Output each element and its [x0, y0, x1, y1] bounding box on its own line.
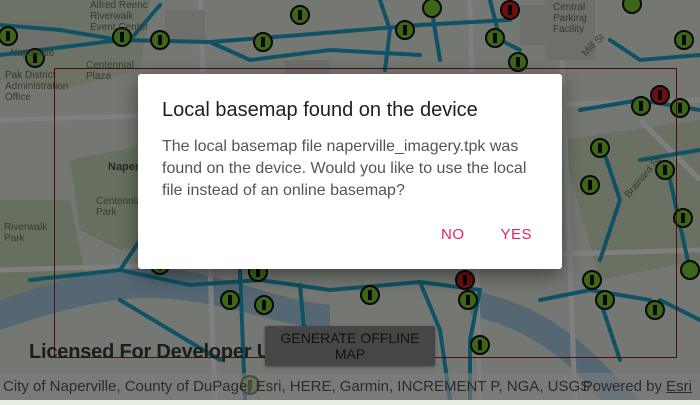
- dialog-message: The local basemap file naperville_imager…: [162, 138, 527, 199]
- dialog-title: Local basemap found on the device: [162, 99, 478, 121]
- yes-button[interactable]: YES: [486, 222, 546, 247]
- no-button[interactable]: NO: [427, 222, 479, 247]
- dialog-actions: NO YES: [427, 222, 546, 247]
- local-basemap-dialog: Local basemap found on the device The lo…: [138, 74, 562, 269]
